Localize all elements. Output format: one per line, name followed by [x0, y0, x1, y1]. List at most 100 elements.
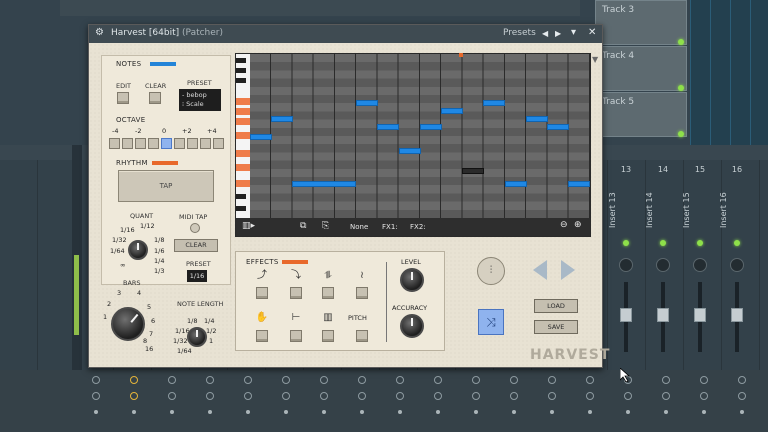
clock-icon[interactable] — [586, 392, 594, 400]
note[interactable] — [505, 181, 527, 187]
send-icon[interactable] — [244, 376, 252, 384]
send-icon[interactable] — [548, 376, 556, 384]
route-dot[interactable] — [246, 410, 250, 414]
track-header-3[interactable]: Track 3 — [595, 0, 687, 45]
roll-dropdown-icon[interactable]: ▼ — [592, 55, 598, 64]
route-dot[interactable] — [132, 410, 136, 414]
pan-knob[interactable] — [619, 258, 633, 272]
octave-button[interactable] — [135, 138, 146, 149]
humanize-button[interactable] — [256, 330, 268, 342]
octave-button-selected[interactable] — [161, 138, 172, 149]
octave-button[interactable] — [109, 138, 120, 149]
note[interactable] — [250, 134, 272, 140]
ramp-down-button[interactable] — [290, 287, 302, 299]
insert-label[interactable]: Insert 14 — [645, 190, 681, 232]
send-icon[interactable] — [700, 376, 708, 384]
route-dot[interactable] — [360, 410, 364, 414]
note-length-knob[interactable] — [187, 327, 207, 347]
tap-pad[interactable]: TAP — [118, 170, 214, 202]
piano-icon[interactable]: ▥▸ — [242, 221, 255, 231]
close-icon[interactable]: ✕ — [588, 27, 596, 38]
velocity-button[interactable] — [322, 330, 334, 342]
fx1-label[interactable]: FX1: — [382, 223, 398, 231]
octave-button[interactable] — [187, 138, 198, 149]
note[interactable] — [292, 181, 356, 187]
ramp-up-button[interactable] — [256, 287, 268, 299]
next-preset-icon[interactable]: ▶ — [555, 29, 561, 38]
octave-button[interactable] — [122, 138, 133, 149]
send-icon[interactable] — [282, 376, 290, 384]
clear-notes-button[interactable] — [149, 92, 161, 104]
insert-led[interactable] — [623, 240, 629, 246]
clock-icon[interactable] — [92, 392, 100, 400]
clock-icon[interactable] — [358, 392, 366, 400]
clock-icon[interactable] — [434, 392, 442, 400]
volume-fader[interactable] — [694, 308, 706, 322]
send-icon[interactable] — [320, 376, 328, 384]
send-icon[interactable] — [396, 376, 404, 384]
level-knob[interactable] — [400, 268, 424, 292]
send-icon[interactable] — [510, 376, 518, 384]
clear-rhythm-button[interactable]: CLEAR — [174, 239, 218, 252]
send-icon[interactable] — [586, 376, 594, 384]
clock-icon[interactable] — [168, 392, 176, 400]
clock-icon[interactable] — [396, 392, 404, 400]
align-start-button[interactable] — [290, 330, 302, 342]
clock-icon[interactable] — [662, 392, 670, 400]
route-dot[interactable] — [550, 410, 554, 414]
route-dot[interactable] — [702, 410, 706, 414]
zoom-out-icon[interactable]: ⊖ — [560, 220, 568, 230]
note[interactable] — [547, 124, 569, 130]
note[interactable] — [526, 116, 548, 122]
fx-none-label[interactable]: None — [350, 223, 368, 231]
route-dot[interactable] — [740, 410, 744, 414]
note[interactable] — [420, 124, 442, 130]
track-led[interactable] — [678, 39, 684, 45]
clock-icon[interactable] — [130, 392, 138, 400]
insert-led[interactable] — [734, 240, 740, 246]
volume-fader[interactable] — [731, 308, 743, 322]
route-dot[interactable] — [94, 410, 98, 414]
pan-knob[interactable] — [693, 258, 707, 272]
note[interactable] — [356, 100, 378, 106]
clock-icon[interactable] — [738, 392, 746, 400]
mixer-scrollbar[interactable] — [72, 145, 82, 370]
analyze-button[interactable]: ⫶ — [477, 257, 505, 285]
route-dot[interactable] — [436, 410, 440, 414]
clock-icon[interactable] — [282, 392, 290, 400]
insert-led[interactable] — [697, 240, 703, 246]
zoom-in-icon[interactable]: ⊕ — [574, 220, 582, 230]
route-dot[interactable] — [284, 410, 288, 414]
route-dot[interactable] — [626, 410, 630, 414]
insert-label[interactable]: Insert 13 — [608, 190, 644, 232]
piano-roll[interactable]: ▥▸ ⧉ ⎘ None FX1: FX2: ⊖ ⊕ — [235, 53, 591, 237]
octave-button[interactable] — [213, 138, 224, 149]
note[interactable] — [271, 116, 293, 122]
pan-knob[interactable] — [730, 258, 744, 272]
send-icon[interactable] — [168, 376, 176, 384]
volume-fader[interactable] — [620, 308, 632, 322]
fx2-label[interactable]: FX2: — [410, 223, 426, 231]
randomize-button[interactable]: ⤨ — [478, 309, 504, 335]
route-dot[interactable] — [398, 410, 402, 414]
load-button[interactable]: LOAD — [534, 299, 578, 313]
track-header-4[interactable]: Track 4 — [595, 46, 687, 91]
bars-knob[interactable] — [111, 307, 145, 341]
route-dot[interactable] — [208, 410, 212, 414]
clock-icon[interactable] — [320, 392, 328, 400]
clock-icon[interactable] — [206, 392, 214, 400]
route-dot[interactable] — [588, 410, 592, 414]
save-button[interactable]: SAVE — [534, 320, 578, 334]
quant-knob[interactable] — [128, 240, 148, 260]
edit-button[interactable] — [117, 92, 129, 104]
route-dot[interactable] — [474, 410, 478, 414]
note[interactable] — [568, 181, 590, 187]
insert-led[interactable] — [660, 240, 666, 246]
clock-icon[interactable] — [472, 392, 480, 400]
note[interactable] — [483, 100, 505, 106]
clock-icon[interactable] — [244, 392, 252, 400]
midi-tap-toggle[interactable] — [190, 223, 200, 233]
note[interactable] — [377, 124, 399, 130]
send-icon[interactable] — [92, 376, 100, 384]
octave-button[interactable] — [174, 138, 185, 149]
